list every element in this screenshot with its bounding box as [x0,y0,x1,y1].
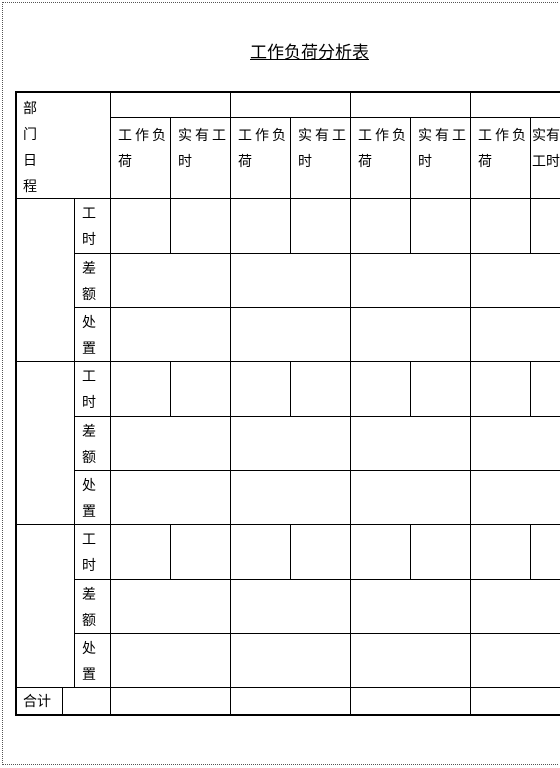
action-cell [350,307,470,361]
hours-cell [170,361,230,416]
action-cell [110,307,230,361]
action-cell [350,633,470,687]
action-cell [470,307,560,361]
row-label-3-text: 处置 [82,315,99,357]
hours-cell [410,361,470,416]
hours-cell [350,361,410,416]
period-header-3 [350,91,470,117]
total-label: 合计 [15,687,62,715]
action-cell [230,307,350,361]
difference-cell [230,253,350,307]
row-label-1-text: 工时 [82,532,99,574]
hours-cell [170,524,230,579]
hours-cell [470,361,530,416]
action-cell [350,470,470,524]
total-value-cell [470,687,560,715]
total-value-cell [230,687,350,715]
hours-cell [350,524,410,579]
hours-cell [470,198,530,253]
hours-cell [290,524,350,579]
row-label-2-text: 差额 [82,261,99,303]
difference-cell [110,253,230,307]
column-header-8: 实有工时 [530,117,560,198]
column-header-5-text: 工作负荷 [358,128,409,170]
action-cell [470,633,560,687]
hours-cell [350,198,410,253]
column-header-4-text: 实有工时 [298,128,349,170]
hours-cell [170,198,230,253]
hours-cell [290,361,350,416]
hours-cell [230,198,290,253]
row-label-3-text: 处置 [82,478,99,520]
action-cell [230,470,350,524]
column-header-2: 实有工时 [170,117,230,198]
hours-cell [410,524,470,579]
total-label-text: 合计 [23,694,51,710]
row-label-1-text: 工时 [82,206,99,248]
dept-schedule-header-text: 部门日程 [23,101,40,195]
row-label-2-text: 差额 [82,587,99,629]
column-header-3-text: 工作负荷 [238,128,289,170]
column-header-2-text: 实有工时 [178,128,229,170]
document-title: 工作负荷分析表 [250,43,369,63]
column-header-3: 工作负荷 [230,117,290,198]
row-label-2: 差额 [74,253,110,307]
row-label-3-text: 处置 [82,641,99,683]
total-cell [62,687,110,715]
action-cell [230,633,350,687]
row-label-3: 处置 [74,470,110,524]
period-header-2 [230,91,350,117]
hours-cell [110,198,170,253]
difference-cell [350,416,470,470]
hours-cell [410,198,470,253]
column-header-6: 实有工时 [410,117,470,198]
column-header-6-text: 实有工时 [418,128,469,170]
difference-cell [230,416,350,470]
period-header-1 [110,91,230,117]
difference-cell [110,416,230,470]
row-label-2: 差额 [74,416,110,470]
hours-cell [230,524,290,579]
column-header-7-text: 工作负荷 [478,128,529,170]
row-label-2: 差额 [74,579,110,633]
dept-schedule-header: 部门日程 [15,91,110,198]
dept-cell-2 [15,361,74,524]
row-label-1: 工时 [74,361,110,416]
hours-cell [290,198,350,253]
action-cell [470,470,560,524]
action-cell [110,470,230,524]
row-label-1: 工时 [74,198,110,253]
total-value-cell [110,687,230,715]
column-header-1: 工作负荷 [110,117,170,198]
hours-cell [110,524,170,579]
period-header-4 [470,91,560,117]
column-header-8-text: 实有工时 [532,128,560,170]
row-label-1-text: 工时 [82,369,99,411]
hours-cell [230,361,290,416]
hours-cell [530,524,560,579]
difference-cell [470,579,560,633]
hours-cell [530,198,560,253]
difference-cell [350,253,470,307]
dept-cell-3 [15,524,74,687]
row-label-1: 工时 [74,524,110,579]
column-header-5: 工作负荷 [350,117,410,198]
difference-cell [110,579,230,633]
column-header-7: 工作负荷 [470,117,530,198]
action-cell [110,633,230,687]
total-value-cell [350,687,470,715]
column-header-1-text: 工作负荷 [118,128,169,170]
hours-cell [110,361,170,416]
column-header-4: 实有工时 [290,117,350,198]
row-label-2-text: 差额 [82,424,99,466]
row-label-3: 处置 [74,307,110,361]
difference-cell [470,253,560,307]
difference-cell [230,579,350,633]
difference-cell [470,416,560,470]
row-label-3: 处置 [74,633,110,687]
dept-cell-1 [15,198,74,361]
hours-cell [470,524,530,579]
hours-cell [530,361,560,416]
difference-cell [350,579,470,633]
